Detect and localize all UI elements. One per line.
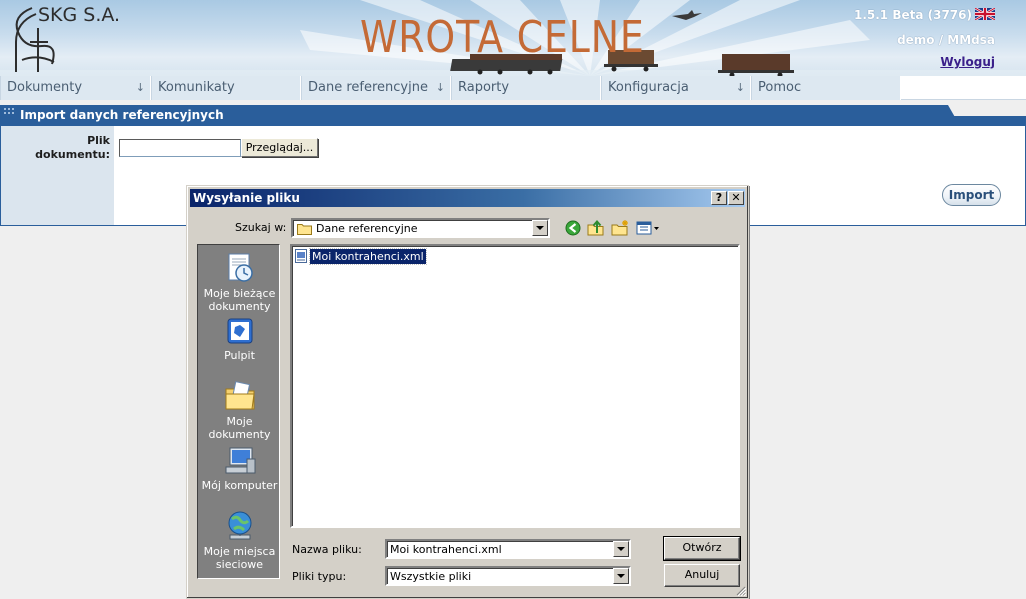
my-computer-icon	[225, 447, 255, 474]
arrow-down-icon: ↓	[135, 81, 145, 94]
resize-grip-icon[interactable]	[734, 584, 746, 596]
menu-item-label: Pomoc	[758, 80, 802, 95]
place-label: Moje miejsca sieciowe	[203, 545, 276, 571]
places-bar: Moje bieżące dokumenty Pulpit Moje dokum…	[197, 244, 280, 579]
arrow-down-icon: ↓	[735, 81, 745, 94]
browse-button[interactable]: Przeglądaj...	[241, 138, 318, 157]
user-label: demo / MMdsa	[897, 33, 995, 47]
look-in-label: Szukaj w:	[235, 221, 287, 234]
folder-icon	[297, 224, 312, 235]
menu-item-label: Konfiguracja	[608, 80, 689, 95]
place-my-documents[interactable]: Moje dokumenty	[198, 379, 281, 441]
open-button[interactable]: Otwórz	[663, 536, 741, 561]
chevron-down-icon	[536, 226, 544, 230]
up-folder-icon[interactable]	[586, 218, 606, 238]
main-menu: Dokumenty ↓ Komunikaty Dane referencyjne…	[0, 76, 1026, 100]
cancel-button[interactable]: Anuluj	[664, 564, 740, 587]
file-type-select[interactable]: Wszystkie pliki	[385, 566, 631, 586]
file-type-value: Wszystkie pliki	[390, 570, 472, 583]
dialog-title: Wysyłanie pliku	[193, 191, 300, 205]
new-folder-icon[interactable]	[610, 218, 630, 238]
file-name-label: Nazwa pliku:	[292, 543, 362, 556]
my-documents-icon	[225, 381, 255, 410]
place-desktop[interactable]: Pulpit	[198, 317, 281, 362]
english-flag-icon[interactable]	[975, 8, 995, 20]
place-label: Pulpit	[224, 349, 255, 362]
place-network[interactable]: Moje miejsca sieciowe	[198, 509, 281, 571]
menu-item-label: Komunikaty	[158, 80, 235, 95]
menu-item-label: Dane referencyjne	[308, 80, 428, 95]
header-banner: SKG S.A. WROTA CELNE 1.5.1 Beta (3776) d…	[0, 0, 1026, 76]
file-list[interactable]: Moi kontrahenci.xml	[290, 244, 740, 528]
menu-item-dane-referencyjne[interactable]: Dane referencyjne ↓	[301, 76, 451, 100]
look-in-dropdown[interactable]: Dane referencyjne	[291, 218, 550, 238]
place-my-computer[interactable]: Mój komputer	[198, 445, 281, 492]
file-path-input[interactable]	[119, 139, 241, 157]
view-menu-icon[interactable]	[635, 218, 661, 238]
file-name: Moi kontrahenci.xml	[309, 248, 427, 265]
place-label: Mój komputer	[201, 479, 278, 492]
xml-file-icon	[295, 249, 307, 263]
desktop-icon	[227, 318, 252, 344]
file-field-label: Plik dokumentu:	[35, 134, 110, 161]
file-name-input[interactable]: Moi kontrahenci.xml	[385, 539, 631, 559]
look-in-value: Dane referencyjne	[316, 222, 418, 235]
arrow-down-icon: ↓	[435, 81, 445, 94]
company-name: SKG S.A.	[38, 4, 121, 26]
back-icon[interactable]	[563, 218, 583, 238]
file-name-value: Moi kontrahenci.xml	[390, 543, 502, 556]
dialog-titlebar[interactable]: Wysyłanie pliku ? ✕	[190, 189, 745, 207]
dropdown-button[interactable]	[613, 568, 629, 584]
network-places-icon	[228, 511, 251, 540]
help-button[interactable]: ?	[711, 191, 727, 205]
menu-item-raporty[interactable]: Raporty	[451, 76, 601, 100]
chevron-down-icon	[617, 574, 625, 578]
recent-documents-icon	[228, 253, 253, 282]
dropdown-button[interactable]	[613, 541, 629, 557]
menu-item-konfiguracja[interactable]: Konfiguracja ↓	[601, 76, 751, 100]
panel-title: Import danych referencyjnych	[20, 108, 224, 122]
version-label: 1.5.1 Beta (3776)	[853, 8, 972, 22]
menu-item-dokumenty[interactable]: Dokumenty ↓	[0, 76, 151, 100]
menu-item-label: Raporty	[458, 80, 510, 95]
page: SKG S.A. WROTA CELNE 1.5.1 Beta (3776) d…	[0, 0, 1026, 599]
app-title: WROTA CELNE	[360, 12, 645, 63]
import-button[interactable]: Import	[942, 184, 1001, 206]
menu-item-komunikaty[interactable]: Komunikaty	[151, 76, 301, 100]
place-label: Moje bieżące dokumenty	[203, 287, 276, 313]
close-button[interactable]: ✕	[728, 191, 744, 205]
menu-item-label: Dokumenty	[7, 80, 83, 95]
file-type-label: Pliki typu:	[292, 570, 347, 583]
menu-item-pomoc[interactable]: Pomoc	[751, 76, 901, 100]
logout-link[interactable]: Wyloguj	[940, 55, 995, 69]
chevron-down-icon	[617, 547, 625, 551]
file-upload-dialog: Wysyłanie pliku ? ✕ Szukaj w: Dane refer…	[186, 185, 749, 599]
dropdown-button[interactable]	[532, 220, 548, 236]
place-recent-documents[interactable]: Moje bieżące dokumenty	[198, 251, 281, 313]
place-label: Moje dokumenty	[208, 415, 271, 441]
